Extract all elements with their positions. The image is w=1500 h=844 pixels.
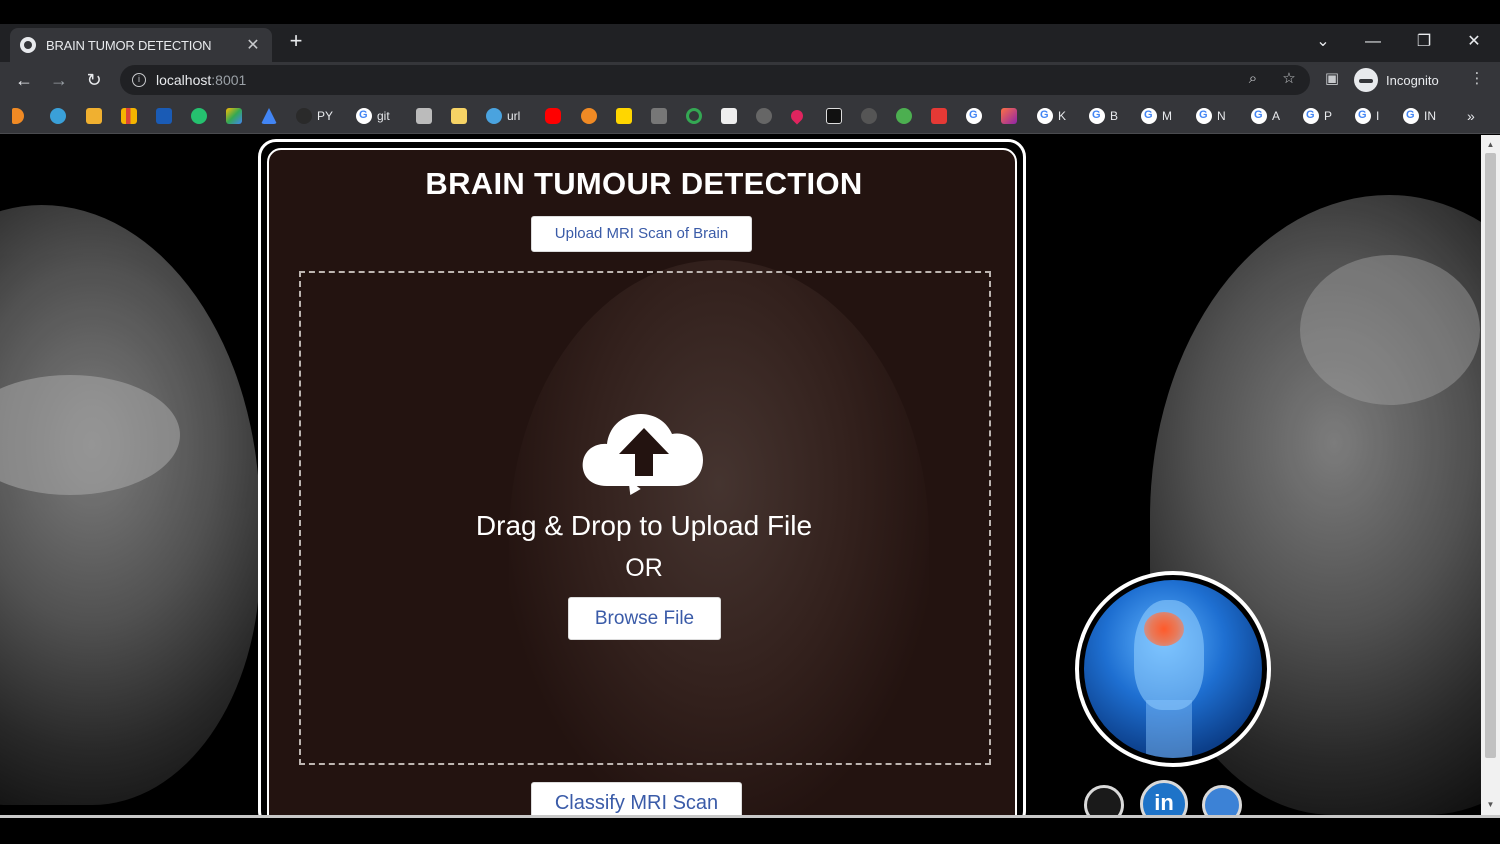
bookmark-item[interactable]: [721, 107, 737, 125]
bookmark-item[interactable]: [86, 107, 102, 125]
detection-panel: BRAIN TUMOUR DETECTION Upload MRI Scan o…: [258, 139, 1026, 815]
bookmark-star-icon[interactable]: ☆: [1278, 68, 1300, 90]
gmail-icon[interactable]: [1202, 785, 1242, 815]
menu-kebab-icon[interactable]: ⋮: [1466, 68, 1488, 90]
bookmark-item[interactable]: I: [1355, 107, 1379, 125]
bookmark-item[interactable]: [416, 107, 432, 125]
restore-icon[interactable]: ❐: [1404, 28, 1444, 56]
bookmark-item[interactable]: [861, 107, 877, 125]
screen-bottom-border: [0, 815, 1500, 844]
incognito-icon: [1354, 68, 1378, 92]
bookmark-item[interactable]: K: [1037, 107, 1066, 125]
page-title: BRAIN TUMOUR DETECTION: [425, 166, 863, 201]
new-tab-button[interactable]: +: [284, 30, 308, 54]
bookmark-item[interactable]: [651, 107, 667, 125]
bookmark-item[interactable]: [1001, 107, 1017, 125]
tab-strip: BRAIN TUMOR DETECTION ✕ + ⌄ — ❐ ✕: [0, 24, 1500, 62]
minimize-icon[interactable]: —: [1353, 28, 1393, 56]
bookmark-item[interactable]: [50, 107, 66, 125]
bookmark-item[interactable]: [896, 107, 912, 125]
url-text: localhost:8001: [156, 72, 247, 88]
bookmark-item[interactable]: [12, 107, 24, 125]
browser-tab[interactable]: BRAIN TUMOR DETECTION ✕: [10, 28, 272, 62]
globe-icon: [20, 37, 36, 53]
bookmark-item[interactable]: [581, 107, 597, 125]
linkedin-icon[interactable]: in: [1140, 780, 1188, 815]
address-bar[interactable]: i localhost:8001: [120, 65, 1310, 95]
bookmark-item[interactable]: [191, 107, 207, 125]
incognito-profile[interactable]: Incognito: [1354, 66, 1439, 94]
bookmark-item[interactable]: [156, 107, 172, 125]
forward-arrow-icon[interactable]: →: [47, 68, 71, 92]
bookmark-item[interactable]: [261, 107, 277, 125]
bookmark-item[interactable]: [826, 107, 842, 125]
page-viewport: BRAIN TUMOUR DETECTION Upload MRI Scan o…: [0, 135, 1500, 815]
or-text: OR: [625, 554, 663, 582]
scrollbar-thumb[interactable]: [1485, 153, 1496, 758]
bookmarks-bar: PY git url K B M N A P I IN »: [0, 98, 1500, 134]
bookmark-item[interactable]: M: [1141, 107, 1172, 125]
side-panel-icon[interactable]: ▣: [1321, 68, 1343, 90]
browse-file-button[interactable]: Browse File: [568, 597, 721, 640]
bookmark-item[interactable]: PY: [296, 107, 333, 125]
panel-content: BRAIN TUMOUR DETECTION Upload MRI Scan o…: [267, 148, 1017, 815]
page-scrollbar[interactable]: ▲ ▼: [1481, 135, 1500, 815]
close-window-icon[interactable]: ✕: [1454, 28, 1494, 56]
brain-illustration: [1075, 571, 1271, 767]
drag-drop-text: Drag & Drop to Upload File: [475, 510, 813, 541]
browser-toolbar: ← → ↻ i localhost:8001 ⌕ ☆ ▣ Incognito ⋮: [0, 62, 1500, 98]
bookmark-item[interactable]: B: [1089, 107, 1118, 125]
bookmark-item[interactable]: [931, 107, 947, 125]
screen-top-border: [0, 0, 1500, 24]
bookmark-item[interactable]: N: [1196, 107, 1226, 125]
reload-icon[interactable]: ↻: [82, 68, 106, 92]
scroll-down-icon[interactable]: ▼: [1481, 797, 1500, 813]
zoom-icon[interactable]: ⌕: [1242, 68, 1264, 90]
more-bookmarks-icon[interactable]: »: [1467, 107, 1475, 125]
tab-title: BRAIN TUMOR DETECTION: [46, 37, 212, 53]
bookmark-item[interactable]: url: [486, 107, 520, 125]
tab-search-icon[interactable]: ⌄: [1303, 28, 1343, 56]
bookmark-item[interactable]: [545, 107, 561, 125]
scroll-up-icon[interactable]: ▲: [1481, 137, 1500, 153]
bookmark-item[interactable]: A: [1251, 107, 1280, 125]
bookmark-item[interactable]: [451, 107, 467, 125]
bookmark-item[interactable]: [966, 107, 982, 125]
incognito-label: Incognito: [1386, 72, 1439, 88]
classify-mri-button[interactable]: Classify MRI Scan: [531, 782, 742, 815]
bookmark-item[interactable]: [756, 107, 772, 125]
bookmark-item[interactable]: git: [356, 107, 390, 125]
github-icon[interactable]: [1084, 785, 1124, 815]
bookmark-item[interactable]: P: [1303, 107, 1332, 125]
cloud-upload-icon: [582, 414, 703, 486]
tab-close-icon[interactable]: ✕: [244, 35, 262, 55]
bookmark-item[interactable]: [616, 107, 632, 125]
site-info-icon[interactable]: i: [132, 73, 146, 87]
bookmark-item[interactable]: [686, 107, 702, 125]
bookmark-item[interactable]: [788, 107, 806, 125]
back-arrow-icon[interactable]: ←: [12, 68, 36, 92]
mri-background-left: [0, 205, 260, 805]
bookmark-item[interactable]: [121, 107, 137, 125]
bookmark-item[interactable]: [226, 107, 242, 125]
bookmark-item[interactable]: IN: [1403, 107, 1436, 125]
upload-mri-button[interactable]: Upload MRI Scan of Brain: [531, 216, 752, 252]
